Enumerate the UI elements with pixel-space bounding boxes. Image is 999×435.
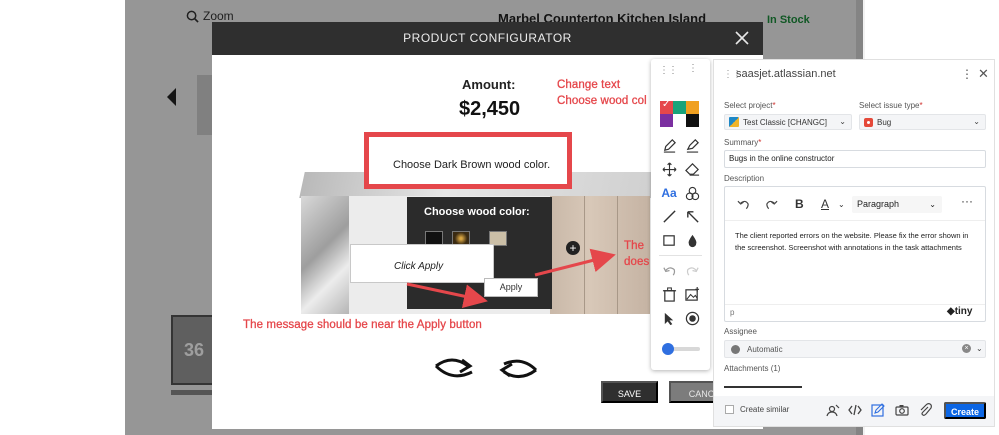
door-seam	[617, 196, 618, 314]
create-button[interactable]: Create	[944, 402, 986, 419]
avatar-icon	[731, 345, 740, 354]
description-text[interactable]: The client reported errors on the websit…	[735, 230, 979, 253]
project-icon	[729, 117, 739, 127]
wood-panel-title: Choose wood color:	[424, 206, 530, 218]
line-icon[interactable]	[660, 207, 678, 225]
annotation-red-text: The message should be near the Apply but…	[243, 319, 482, 331]
modal-title: PRODUCT CONFIGURATOR	[403, 31, 572, 45]
chevron-down-icon[interactable]: ⌄	[838, 200, 845, 209]
island-wood-doors	[550, 196, 650, 314]
summary-label: Summary*	[724, 138, 762, 147]
more-icon[interactable]: ···	[961, 194, 973, 208]
color-swatch[interactable]	[673, 101, 686, 114]
tiny-logo-icon[interactable]: ◆tiny	[947, 306, 972, 317]
summary-input[interactable]: Bugs in the online constructor	[724, 150, 986, 168]
rectangle-icon[interactable]	[660, 231, 678, 249]
amount-label: Amount:	[462, 77, 516, 92]
redo-icon[interactable]	[765, 198, 778, 210]
arrow-icon[interactable]	[683, 207, 701, 225]
annotation-red-text: The	[624, 240, 645, 252]
attachments-label: Attachments (1)	[724, 364, 781, 373]
project-value: Test Classic [CHANGC]	[743, 117, 828, 127]
toolbar-divider	[659, 255, 702, 256]
check-icon: ✓	[662, 99, 671, 110]
highlighter-icon[interactable]	[683, 136, 701, 154]
add-image-icon[interactable]	[683, 285, 701, 303]
trash-icon[interactable]	[660, 285, 678, 303]
bug-icon	[864, 117, 873, 127]
undo-icon[interactable]	[737, 198, 750, 210]
annotation-note-text: Choose Dark Brown wood color.	[393, 159, 551, 171]
text-color-icon[interactable]: A	[821, 197, 829, 211]
project-label: Select project*	[724, 101, 776, 110]
close-icon[interactable]	[734, 30, 750, 46]
editor-statusbar: p ◆tiny	[725, 304, 985, 321]
issue-type-value: Bug	[877, 117, 892, 127]
edit-icon[interactable]	[871, 403, 885, 417]
attachment-thumbnail[interactable]	[724, 386, 802, 388]
annotation-red-text: Change text	[557, 79, 621, 91]
editor-path: p	[730, 308, 735, 317]
create-similar-label: Create similar	[740, 405, 790, 414]
annotation-red-text: Choose wood color	[557, 95, 647, 107]
color-swatch[interactable]: ✓	[660, 99, 673, 114]
color-swatch[interactable]	[686, 101, 699, 114]
pencil-icon[interactable]	[660, 136, 678, 154]
annotation-note-box: Choose Dark Brown wood color.	[364, 132, 572, 189]
annotation-toolbar: ⋮⋮ ⋮ ✓ Aa	[651, 59, 710, 370]
eraser-icon[interactable]	[683, 160, 701, 178]
chevron-down-icon: ⌄	[973, 117, 980, 126]
more-icon[interactable]: ⋮	[688, 63, 698, 74]
issue-type-label: Select issue type*	[859, 101, 923, 110]
assignee-select[interactable]: Automatic × ⌄	[724, 340, 986, 358]
color-swatch[interactable]	[660, 114, 673, 127]
move-icon[interactable]	[660, 160, 678, 178]
code-icon[interactable]	[848, 403, 862, 417]
undo-icon[interactable]	[660, 261, 678, 279]
save-button[interactable]: SAVE	[601, 381, 658, 403]
apply-button[interactable]: Apply	[484, 278, 538, 297]
island-side-panel	[301, 196, 349, 314]
create-similar-checkbox[interactable]	[725, 405, 734, 414]
assignee-value: Automatic	[747, 345, 783, 354]
paragraph-style-select[interactable]: Paragraph ⌄	[852, 196, 942, 213]
assignee-label: Assignee	[724, 327, 757, 336]
site-host: saasjet.atlassian.net	[736, 68, 836, 80]
bold-icon[interactable]: B	[795, 197, 804, 211]
add-option-icon[interactable]: +	[566, 241, 580, 255]
color-palette: ✓	[660, 99, 700, 127]
blur-icon[interactable]	[683, 184, 701, 202]
project-select[interactable]: Test Classic [CHANGC] ⌄	[724, 114, 852, 130]
issue-type-select[interactable]: Bug ⌄	[859, 114, 986, 130]
drag-handle-icon[interactable]: ⋮⋮	[659, 65, 678, 76]
chevron-down-icon: ⌄	[976, 344, 983, 353]
left-gutter	[0, 0, 125, 435]
description-editor[interactable]: B A ⌄ Paragraph ⌄ ··· The client reported…	[724, 186, 986, 322]
text-icon[interactable]: Aa	[660, 184, 678, 202]
fill-icon[interactable]	[683, 231, 701, 249]
door-seam	[584, 196, 585, 314]
color-swatch[interactable]	[673, 114, 686, 127]
mention-icon[interactable]	[826, 403, 840, 417]
editor-toolbar: B A ⌄ Paragraph ⌄ ···	[725, 187, 985, 221]
color-swatch[interactable]	[686, 114, 699, 127]
more-icon[interactable]: ⋮	[961, 67, 973, 81]
pointer-icon[interactable]	[660, 309, 678, 327]
create-issue-panel: ⋮⋮ saasjet.atlassian.net ⋮ ✕ Select proj…	[713, 59, 995, 427]
annotation-callout: Click Apply	[350, 244, 494, 283]
clear-icon[interactable]: ×	[962, 344, 971, 353]
amount-value: $2,450	[459, 98, 521, 120]
description-label: Description	[724, 174, 765, 183]
close-icon[interactable]: ✕	[978, 66, 989, 82]
rotate-icon[interactable]	[432, 352, 542, 384]
attach-icon[interactable]	[918, 403, 932, 417]
chevron-down-icon: ⌄	[839, 117, 846, 126]
panel-footer: Create similar Create	[714, 396, 994, 426]
record-icon[interactable]	[683, 309, 701, 327]
annotation-callout-text: Click Apply	[394, 261, 444, 272]
slider-thumb[interactable]	[662, 343, 674, 355]
camera-icon[interactable]	[895, 403, 909, 417]
redo-icon[interactable]	[683, 261, 701, 279]
annotation-red-text: does	[624, 256, 650, 268]
